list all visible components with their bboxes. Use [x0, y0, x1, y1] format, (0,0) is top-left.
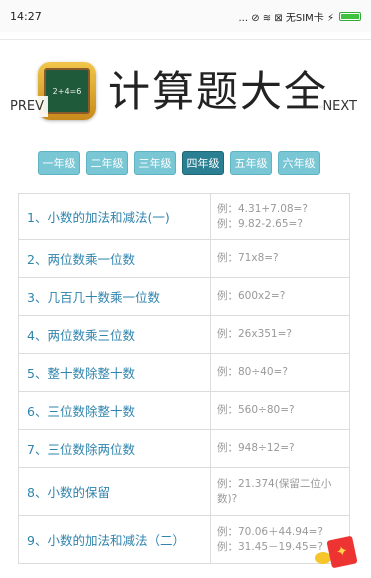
table-row[interactable]: 1、小数的加法和减法(一) 例：4.31+7.08=? 例：9.82-2.65=? [18, 193, 350, 240]
red-envelope-icon[interactable]: ✦ [326, 535, 358, 569]
topic-link[interactable]: 5、整十数除整十数 [18, 353, 211, 392]
table-row[interactable]: 7、三位数除两位数 例：948÷12=? [18, 429, 350, 468]
table-row[interactable]: 6、三位数除整十数 例：560÷80=? [18, 391, 350, 430]
topic-link[interactable]: 4、两位数乘三位数 [18, 315, 211, 354]
table-row[interactable]: 5、整十数除整十数 例：80÷40=? [18, 353, 350, 392]
topic-example: 例：80÷40=? [210, 353, 350, 392]
topic-example: 例：4.31+7.08=? 例：9.82-2.65=? [210, 193, 350, 240]
page-title: 计算题大全 [108, 67, 329, 116]
grade-tab[interactable]: 六年级 [278, 151, 320, 175]
table-row[interactable]: 2、两位数乘一位数 例：71x8=? [18, 239, 350, 278]
topic-table: 1、小数的加法和减法(一) 例：4.31+7.08=? 例：9.82-2.65=?… [18, 193, 350, 564]
header-strip [0, 22, 371, 40]
table-row[interactable]: 8、小数的保留 例：21.374(保留二位小数)? [18, 467, 350, 516]
table-row[interactable]: 9、小数的加法和减法（二） 例：70.06＋44.94=? 例：31.45－19.… [18, 515, 350, 564]
table-row[interactable]: 3、几百几十数乘一位数 例：600x2=? [18, 277, 350, 316]
topic-example: 例：71x8=? [210, 239, 350, 278]
chalkboard-icon: 2+4=6 [44, 68, 90, 114]
topic-link[interactable]: 3、几百几十数乘一位数 [18, 277, 211, 316]
topic-link[interactable]: 2、两位数乘一位数 [18, 239, 211, 278]
topic-example: 例：948÷12=? [210, 429, 350, 468]
topic-link[interactable]: 9、小数的加法和减法（二） [18, 515, 211, 564]
grade-tab[interactable]: 二年级 [86, 151, 128, 175]
grade-tab[interactable]: 三年级 [134, 151, 176, 175]
topic-link[interactable]: 6、三位数除整十数 [18, 391, 211, 430]
topic-example: 例：21.374(保留二位小数)? [210, 467, 350, 516]
prev-button[interactable]: PREV [6, 96, 48, 117]
topic-example: 例：560÷80=? [210, 391, 350, 430]
grade-tab[interactable]: 四年级 [182, 151, 224, 175]
topic-link[interactable]: 8、小数的保留 [18, 467, 211, 516]
status-time: 14:27 [10, 9, 42, 23]
grade-tab[interactable]: 一年级 [38, 151, 80, 175]
next-button[interactable]: NEXT [318, 96, 361, 117]
table-row[interactable]: 4、两位数乘三位数 例：26x351=? [18, 315, 350, 354]
battery-icon [339, 11, 361, 21]
topic-link[interactable]: 7、三位数除两位数 [18, 429, 211, 468]
topic-example: 例：26x351=? [210, 315, 350, 354]
topic-example: 例：600x2=? [210, 277, 350, 316]
topic-link[interactable]: 1、小数的加法和减法(一) [18, 193, 211, 240]
grade-tab[interactable]: 五年级 [230, 151, 272, 175]
grade-tabs: 一年级 二年级 三年级 四年级 五年级 六年级 [38, 151, 320, 175]
